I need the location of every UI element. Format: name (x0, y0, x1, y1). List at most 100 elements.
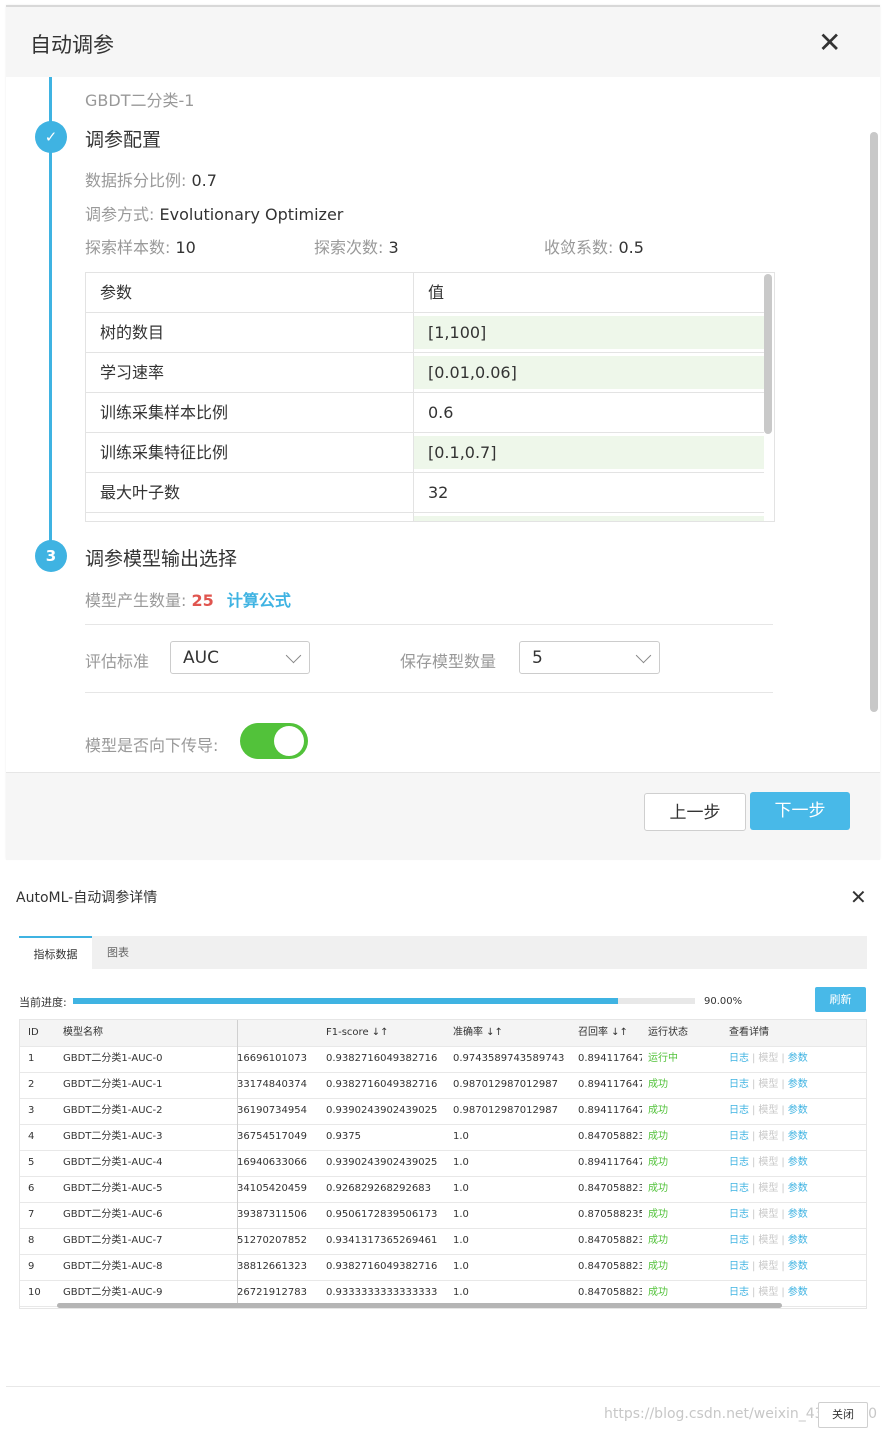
row-status: 成功 (648, 1183, 668, 1194)
row-detail-links: 日志 | 模型 | 参数 (729, 1176, 849, 1202)
params-link[interactable]: 参数 (788, 1235, 808, 1246)
row-status: 成功 (648, 1079, 668, 1090)
log-link[interactable]: 日志 (729, 1287, 749, 1298)
log-link[interactable]: 日志 (729, 1157, 749, 1168)
row-recall: 0.847058823 (578, 1261, 642, 1272)
row-truncated-value: 331748403749 (237, 1079, 307, 1090)
row-f1-score: 0.9382716049382716 (326, 1079, 438, 1090)
model-count-label: 模型产生数量: (85, 591, 187, 610)
dialog-scrollbar[interactable] (870, 132, 878, 712)
row-model-name: GBDT二分类1-AUC-1 (63, 1079, 163, 1090)
params-link[interactable]: 参数 (788, 1209, 808, 1220)
param-table-scrollbar[interactable] (764, 274, 772, 434)
chevron-down-icon (635, 647, 652, 664)
close-icon[interactable]: ✕ (818, 29, 841, 57)
tune-method-value: Evolutionary Optimizer (159, 205, 344, 224)
log-link[interactable]: 日志 (729, 1261, 749, 1272)
eval-metric-value: AUC (183, 648, 219, 668)
row-detail-links: 日志 | 模型 | 参数 (729, 1202, 849, 1228)
row-f1-score: 0.9390243902439025 (326, 1105, 438, 1116)
convergence-label: 收敛系数: (544, 238, 614, 257)
log-link[interactable]: 日志 (729, 1053, 749, 1064)
row-truncated-value: 341054204591 (237, 1183, 307, 1194)
model-link-disabled: 模型 (758, 1209, 779, 1220)
link-separator: | (752, 1157, 756, 1168)
transfer-toggle[interactable] (240, 723, 308, 759)
table-row: 7 GBDT二分类1-AUC-6 393873115066 0.95061728395… (20, 1202, 866, 1229)
log-link[interactable]: 日志 (729, 1131, 749, 1142)
row-recall: 0.870588235 (578, 1209, 642, 1220)
col-id: ID (28, 1027, 39, 1038)
table-row: 5 GBDT二分类1-AUC-4 169406330662 0.93902439024… (20, 1150, 866, 1177)
params-link[interactable]: 参数 (788, 1105, 808, 1116)
row-detail-links: 日志 | 模型 | 参数 (729, 1098, 849, 1124)
param-value-field[interactable]: [0.01,0.06] (414, 353, 764, 392)
eval-metric-select[interactable]: AUC (170, 641, 310, 674)
param-name-cut (86, 513, 414, 521)
param-header: 参数 (86, 273, 414, 312)
params-link[interactable]: 参数 (788, 1053, 808, 1064)
row-accuracy: 1.0 (453, 1183, 469, 1194)
param-name: 训练采集样本比例 (86, 393, 414, 432)
link-separator: | (752, 1105, 756, 1116)
row-id: 9 (28, 1261, 35, 1272)
tab-metrics[interactable]: 指标数据 (19, 936, 92, 969)
row-accuracy: 1.0 (453, 1261, 469, 1272)
tab-chart[interactable]: 图表 (92, 936, 144, 969)
next-step-button[interactable]: 下一步 (750, 792, 850, 830)
params-link[interactable]: 参数 (788, 1079, 808, 1090)
results-table[interactable]: ID 模型名称 F1-score ↓↑ 准确率 ↓↑ 召回率 ↓↑ 运行状态 查… (19, 1019, 867, 1309)
params-link[interactable]: 参数 (788, 1287, 808, 1298)
row-recall: 0.847058823 (578, 1235, 642, 1246)
table-row: 8 GBDT二分类1-AUC-7 512702078522 0.93413173652… (20, 1228, 866, 1255)
row-recall: 0.847058823 (578, 1131, 642, 1142)
horizontal-scrollbar[interactable] (57, 1303, 782, 1308)
save-count-select[interactable]: 5 (519, 641, 660, 674)
row-model-name: GBDT二分类1-AUC-2 (63, 1105, 163, 1116)
log-link[interactable]: 日志 (729, 1105, 749, 1116)
param-row: 最大叶子数 32 (86, 473, 764, 513)
col-recall[interactable]: 召回率 ↓↑ (578, 1020, 642, 1046)
params-link[interactable]: 参数 (788, 1157, 808, 1168)
row-f1-score: 0.9506172839506173 (326, 1209, 438, 1220)
link-separator: | (781, 1053, 785, 1064)
automl-dialog-title: AutoML-自动调参详情 (16, 890, 158, 906)
close-icon[interactable]: ✕ (850, 885, 867, 909)
col-accuracy[interactable]: 准确率 ↓↑ (453, 1020, 573, 1046)
log-link[interactable]: 日志 (729, 1183, 749, 1194)
param-value-field[interactable]: [0.1,0.7] (414, 433, 764, 472)
row-id: 7 (28, 1209, 35, 1220)
formula-link[interactable]: 计算公式 (227, 591, 291, 610)
frozen-column-divider (237, 1020, 238, 1308)
refresh-button[interactable]: 刷新 (815, 987, 866, 1012)
samples-value: 10 (175, 238, 196, 257)
convergence-value: 0.5 (618, 238, 644, 257)
prev-step-button[interactable]: 上一步 (644, 793, 746, 831)
model-link-disabled: 模型 (758, 1053, 779, 1064)
row-f1-score: 0.9382716049382716 (326, 1261, 438, 1272)
link-separator: | (752, 1131, 756, 1142)
params-link[interactable]: 参数 (788, 1261, 808, 1272)
log-link[interactable]: 日志 (729, 1079, 749, 1090)
params-link[interactable]: 参数 (788, 1131, 808, 1142)
row-id: 10 (28, 1287, 41, 1298)
col-f1-score[interactable]: F1-score ↓↑ (326, 1020, 446, 1046)
row-f1-score: 0.9382716049382716 (326, 1053, 438, 1064)
param-value-field[interactable]: 0.6 (414, 393, 764, 432)
param-row: 学习速率 [0.01,0.06] (86, 353, 764, 393)
param-value-field[interactable]: [1,100] (414, 313, 764, 352)
iterations-row: 探索次数: 3 (314, 234, 399, 258)
row-status: 成功 (648, 1209, 668, 1220)
link-separator: | (781, 1079, 785, 1090)
model-link-disabled: 模型 (758, 1079, 779, 1090)
param-table[interactable]: 参数 值 树的数目 [1,100] 学习速率 [0.01,0.06] 训练采集样… (85, 272, 775, 522)
log-link[interactable]: 日志 (729, 1209, 749, 1220)
log-link[interactable]: 日志 (729, 1235, 749, 1246)
link-separator: | (752, 1235, 756, 1246)
close-button[interactable]: 关闭 (818, 1402, 868, 1428)
param-name: 最大叶子数 (86, 473, 414, 512)
eval-metric-label: 评估标准 (85, 652, 150, 671)
row-accuracy: 1.0 (453, 1209, 469, 1220)
param-value-field[interactable]: 32 (414, 473, 764, 512)
params-link[interactable]: 参数 (788, 1183, 808, 1194)
